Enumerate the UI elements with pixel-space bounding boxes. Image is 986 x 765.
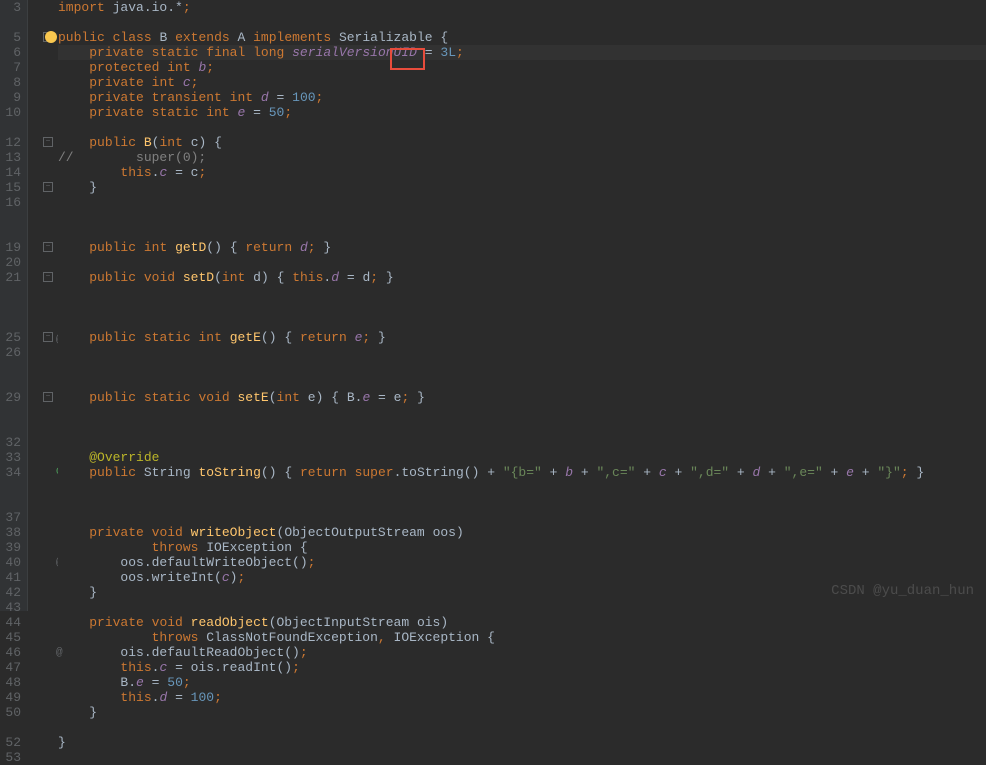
fold-toggle[interactable] bbox=[43, 182, 53, 192]
code-line: import java.io.*; bbox=[58, 0, 986, 15]
fold-toggle[interactable] bbox=[43, 137, 53, 147]
fold-margin: @ O↑ @ @ bbox=[28, 0, 58, 611]
fold-toggle[interactable] bbox=[43, 392, 53, 402]
line-number-gutter: 3567891012131415161920212526293233343738… bbox=[0, 0, 28, 611]
fold-toggle[interactable] bbox=[43, 242, 53, 252]
fold-toggle[interactable] bbox=[43, 332, 53, 342]
lightbulb-icon[interactable] bbox=[45, 31, 57, 43]
code-area[interactable]: import java.io.*; public class B extends… bbox=[58, 0, 986, 611]
annotation-highlight-box bbox=[390, 48, 425, 70]
current-line: private static final long serialVersionU… bbox=[58, 45, 986, 60]
fold-toggle[interactable] bbox=[43, 272, 53, 282]
code-editor[interactable]: 3567891012131415161920212526293233343738… bbox=[0, 0, 986, 611]
code-line: public class B extends A implements Seri… bbox=[58, 30, 986, 45]
watermark: CSDN @yu_duan_hun bbox=[831, 583, 974, 599]
